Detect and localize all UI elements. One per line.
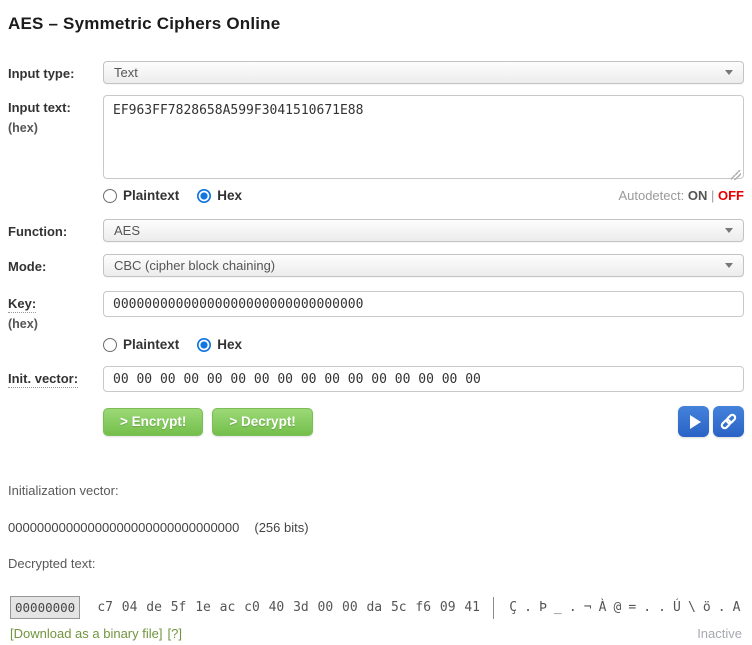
encrypt-button[interactable]: > Encrypt! xyxy=(103,408,203,436)
actions-row: > Encrypt! > Decrypt! xyxy=(103,406,744,437)
key-label: Key: xyxy=(8,296,36,313)
results-section: Initialization vector: 00000000000000000… xyxy=(8,483,744,641)
input-format-hex-option[interactable]: Hex xyxy=(197,188,260,203)
ascii-char: . xyxy=(640,600,655,615)
status-indicator: Inactive xyxy=(697,626,742,641)
hex-byte: da xyxy=(366,600,382,615)
autodetect-on-toggle[interactable]: ON xyxy=(688,188,708,203)
ascii-char: Ú xyxy=(670,600,685,615)
key-format-hex-option[interactable]: Hex xyxy=(197,337,260,352)
link-icon xyxy=(718,411,739,432)
ascii-char: . xyxy=(655,600,670,615)
init-vector-row: Init. vector: xyxy=(8,366,744,392)
bottom-row: [Download as a binary file] [?] Inactive xyxy=(8,626,744,641)
input-type-label: Input type: xyxy=(8,66,74,81)
input-text-label: Input text: xyxy=(8,100,71,115)
iv-bits: (256 bits) xyxy=(254,520,308,535)
ascii-char: \ xyxy=(684,600,699,615)
hex-byte: 5f xyxy=(171,600,187,615)
hex-byte: 1e xyxy=(195,600,211,615)
plaintext-radio-label: Plaintext xyxy=(123,188,179,203)
hex-byte: 00 xyxy=(317,600,333,615)
function-select[interactable]: AES xyxy=(103,219,744,242)
ascii-char: _ xyxy=(550,600,565,615)
hex-byte: de xyxy=(146,600,162,615)
ascii-char: . xyxy=(521,600,536,615)
ascii-char: @ xyxy=(610,600,625,615)
decrypted-text-label: Decrypted text: xyxy=(8,556,744,571)
input-type-select[interactable]: Text xyxy=(103,61,744,84)
aes-tool-page: AES – Symmetric Ciphers Online Input typ… xyxy=(0,0,752,641)
ascii-char: ¬ xyxy=(580,600,595,615)
iv-result-value: 00000000000000000000000000000000 xyxy=(8,520,239,535)
hex-radio[interactable] xyxy=(197,338,211,352)
autodetect-label: Autodetect: xyxy=(618,188,684,203)
help-link[interactable]: [?] xyxy=(167,626,181,641)
hex-byte: 5c xyxy=(391,600,407,615)
ascii-char: A xyxy=(729,600,744,615)
input-text-area[interactable]: EF963FF7828658A599F3041510671E88 xyxy=(103,95,744,179)
key-format-row: Plaintext Hex xyxy=(103,337,744,352)
chevron-down-icon xyxy=(725,228,733,233)
mode-row: Mode: CBC (cipher block chaining) xyxy=(8,254,744,277)
hex-radio[interactable] xyxy=(197,189,211,203)
key-row: Key: (hex) xyxy=(8,291,744,331)
play-icon xyxy=(690,415,701,429)
autodetect-off-toggle[interactable]: OFF xyxy=(718,188,744,203)
hex-radio-label: Hex xyxy=(217,188,242,203)
iv-result-label: Initialization vector: xyxy=(8,483,744,498)
function-selected-value: AES xyxy=(114,223,717,238)
chevron-down-icon xyxy=(725,70,733,75)
hexdump-row: 00000000 c7 04 de 5f 1e ac c0 40 3d 00 0… xyxy=(10,596,744,619)
function-label: Function: xyxy=(8,224,67,239)
init-vector-input[interactable] xyxy=(103,366,744,392)
ascii-char: ö xyxy=(699,600,714,615)
hex-byte: 41 xyxy=(464,600,480,615)
hexdump-offset: 00000000 xyxy=(10,596,80,619)
share-link-button[interactable] xyxy=(713,406,744,437)
hex-byte: f6 xyxy=(415,600,431,615)
plaintext-radio[interactable] xyxy=(103,338,117,352)
input-format-row: Plaintext Hex Autodetect: ON | OFF xyxy=(103,188,744,203)
hex-byte: c7 xyxy=(97,600,113,615)
hex-radio-label: Hex xyxy=(217,337,242,352)
ascii-char: . xyxy=(565,600,580,615)
mode-select[interactable]: CBC (cipher block chaining) xyxy=(103,254,744,277)
plaintext-radio-label: Plaintext xyxy=(123,337,179,352)
ascii-char: = xyxy=(625,600,640,615)
ascii-char: Þ xyxy=(536,600,551,615)
page-title: AES – Symmetric Ciphers Online xyxy=(8,14,744,34)
ascii-char: À xyxy=(595,600,610,615)
key-format-plaintext-option[interactable]: Plaintext xyxy=(103,337,197,352)
init-vector-label: Init. vector: xyxy=(8,371,78,388)
input-type-row: Input type: Text xyxy=(8,61,744,84)
hex-byte: 09 xyxy=(440,600,456,615)
hex-byte: c0 xyxy=(244,600,260,615)
plaintext-radio[interactable] xyxy=(103,189,117,203)
iv-result-line: 00000000000000000000000000000000 (256 bit… xyxy=(8,520,744,535)
hex-byte: 3d xyxy=(293,600,309,615)
input-format-plaintext-option[interactable]: Plaintext xyxy=(103,188,197,203)
input-type-selected-value: Text xyxy=(114,65,717,80)
run-button[interactable] xyxy=(678,406,709,437)
key-hex-sublabel: (hex) xyxy=(8,317,103,331)
autodetect-control: Autodetect: ON | OFF xyxy=(618,188,744,203)
hex-byte: ac xyxy=(220,600,236,615)
key-input[interactable] xyxy=(103,291,744,317)
hex-byte: 04 xyxy=(122,600,138,615)
hex-byte: 00 xyxy=(342,600,358,615)
ascii-char: . xyxy=(714,600,729,615)
mode-label: Mode: xyxy=(8,259,46,274)
function-row: Function: AES xyxy=(8,219,744,242)
input-text-row: Input text: (hex) EF963FF7828658A599F304… xyxy=(8,95,744,184)
hex-byte: 40 xyxy=(269,600,285,615)
ascii-char: Ç xyxy=(506,600,521,615)
hexdump-divider xyxy=(493,597,494,619)
chevron-down-icon xyxy=(725,263,733,268)
input-text-hex-sublabel: (hex) xyxy=(8,121,103,135)
mode-selected-value: CBC (cipher block chaining) xyxy=(114,258,717,273)
autodetect-divider: | xyxy=(711,188,714,203)
download-binary-link[interactable]: [Download as a binary file] xyxy=(10,626,162,641)
decrypt-button[interactable]: > Decrypt! xyxy=(212,408,312,436)
